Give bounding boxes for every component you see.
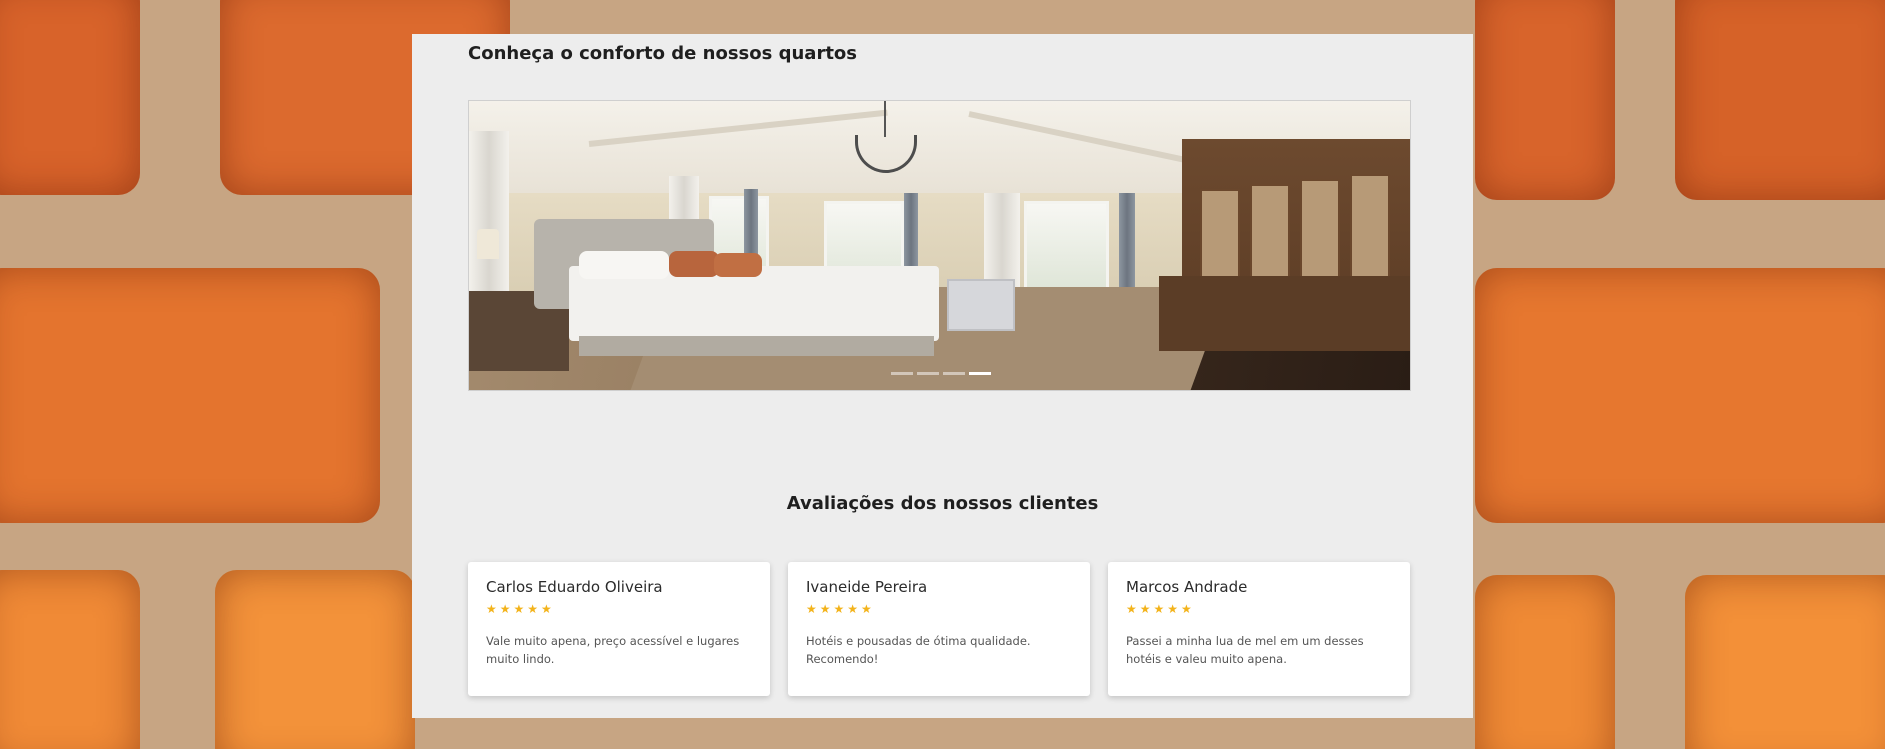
review-card: Marcos Andrade ★★★★★ Passei a minha lua …	[1108, 562, 1410, 696]
reviewer-name: Ivaneide Pereira	[806, 578, 928, 596]
review-text: Vale muito apena, preço acessível e luga…	[486, 634, 740, 666]
review-text: Hotéis e pousadas de ótima qualidade. Re…	[806, 634, 1031, 666]
rooms-carousel[interactable]	[468, 100, 1411, 391]
star-rating-icon: ★★★★★	[1126, 602, 1195, 616]
armoire-door	[1300, 179, 1340, 279]
curtain	[1119, 193, 1135, 293]
brick	[215, 570, 415, 749]
armoire-door	[1200, 189, 1240, 279]
brick	[1475, 575, 1615, 749]
curtain	[469, 131, 509, 296]
star-rating-icon: ★★★★★	[806, 602, 875, 616]
brick	[0, 268, 380, 523]
reviews-heading: Avaliações dos nossos clientes	[786, 493, 1099, 514]
pillow	[714, 253, 762, 277]
review-card: Ivaneide Pereira ★★★★★ Hotéis e pousadas…	[788, 562, 1090, 696]
dresser	[1159, 276, 1410, 351]
carousel-indicators	[891, 372, 991, 375]
carousel-indicator-3[interactable]	[943, 372, 965, 375]
chandelier-chain	[884, 101, 886, 137]
content-panel: Conheça o conforto de nossos quartos Ava…	[412, 34, 1473, 718]
carousel-indicator-4[interactable]	[969, 372, 991, 375]
lamp	[477, 229, 499, 259]
armoire-door	[1350, 174, 1390, 279]
review-card: Carlos Eduardo Oliveira ★★★★★ Vale muito…	[468, 562, 770, 696]
brick	[1475, 268, 1885, 523]
carousel-indicator-1[interactable]	[891, 372, 913, 375]
rooms-heading: Conheça o conforto de nossos quartos	[468, 43, 858, 64]
bench	[947, 279, 1015, 331]
armoire-door	[1250, 184, 1290, 279]
bed-base	[579, 336, 934, 356]
brick	[1675, 0, 1885, 200]
brick	[0, 570, 140, 749]
curtain	[984, 193, 1020, 293]
brick	[0, 0, 140, 195]
pillow	[669, 251, 719, 277]
reviewer-name: Marcos Andrade	[1126, 578, 1248, 596]
carousel-indicator-2[interactable]	[917, 372, 939, 375]
star-rating-icon: ★★★★★	[486, 602, 555, 616]
brick	[1475, 0, 1615, 200]
pillow	[579, 251, 669, 279]
reviewer-name: Carlos Eduardo Oliveira	[486, 578, 663, 596]
brick	[1685, 575, 1885, 749]
review-text: Passei a minha lua de mel em um desses h…	[1126, 634, 1364, 666]
window	[1024, 201, 1109, 291]
